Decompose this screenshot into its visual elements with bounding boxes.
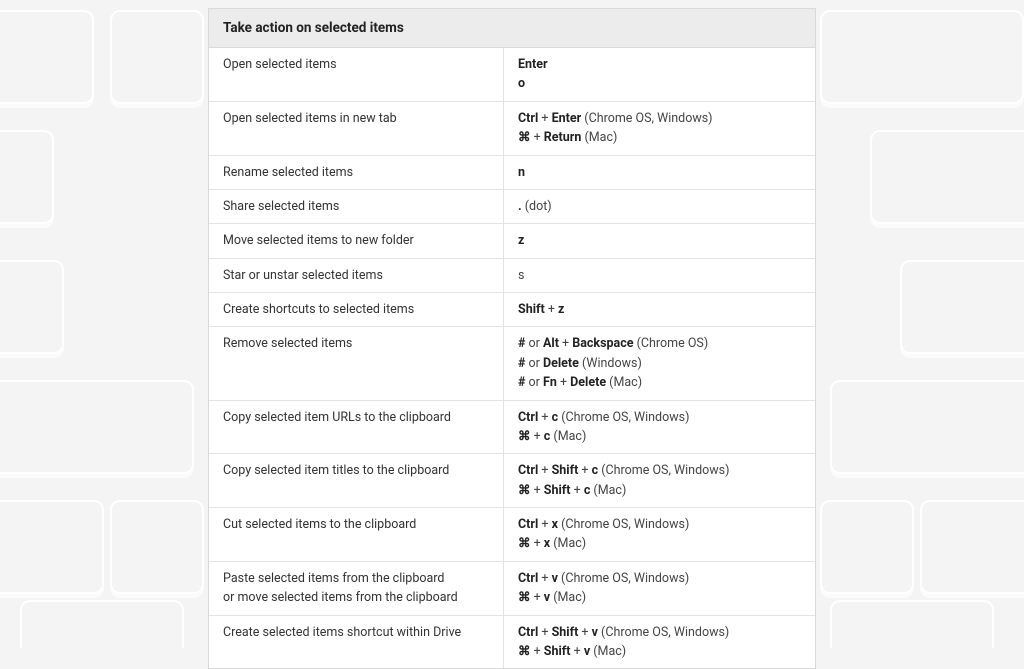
table-row: Remove selected items# or Alt + Backspac… (209, 327, 815, 400)
action-cell: Paste selected items from the clipboardo… (209, 562, 504, 615)
shortcuts-panel: Take action on selected items Open selec… (208, 8, 816, 669)
table-row: Copy selected item titles to the clipboa… (209, 454, 815, 508)
table-row: Create selected items shortcut within Dr… (209, 616, 815, 669)
table-row: Copy selected item URLs to the clipboard… (209, 401, 815, 455)
shortcut-cell: Ctrl + v (Chrome OS, Windows)⌘ + v (Mac) (504, 562, 815, 615)
shortcut-cell: Ctrl + Enter (Chrome OS, Windows)⌘ + Ret… (504, 102, 815, 155)
action-cell: Copy selected item URLs to the clipboard (209, 401, 504, 454)
table-row: Star or unstar selected itemss (209, 259, 815, 293)
action-cell: Create shortcuts to selected items (209, 293, 504, 326)
shortcut-cell: z (504, 224, 815, 257)
shortcut-cell: # or Alt + Backspace (Chrome OS)# or Del… (504, 327, 815, 399)
action-cell: Move selected items to new folder (209, 224, 504, 257)
action-cell: Open selected items in new tab (209, 102, 504, 155)
table-row: Share selected items. (dot) (209, 190, 815, 224)
table-row: Paste selected items from the clipboardo… (209, 562, 815, 616)
table-row: Create shortcuts to selected itemsShift … (209, 293, 815, 327)
action-cell: Create selected items shortcut within Dr… (209, 616, 504, 669)
panel-header: Take action on selected items (209, 9, 815, 48)
table-row: Move selected items to new folderz (209, 224, 815, 258)
table-row: Cut selected items to the clipboardCtrl … (209, 508, 815, 562)
table-row: Open selected items in new tabCtrl + Ent… (209, 102, 815, 156)
table-row: Open selected itemsEntero (209, 48, 815, 102)
action-cell: Cut selected items to the clipboard (209, 508, 504, 561)
shortcut-cell: Ctrl + Shift + v (Chrome OS, Windows)⌘ +… (504, 616, 815, 669)
shortcuts-table: Open selected itemsEnteroOpen selected i… (209, 48, 815, 668)
table-row: Rename selected itemsn (209, 156, 815, 190)
shortcut-cell: Ctrl + Shift + c (Chrome OS, Windows)⌘ +… (504, 454, 815, 507)
shortcut-cell: . (dot) (504, 190, 815, 223)
shortcut-cell: Shift + z (504, 293, 815, 326)
shortcut-cell: s (504, 259, 815, 292)
shortcut-cell: Ctrl + c (Chrome OS, Windows)⌘ + c (Mac) (504, 401, 815, 454)
shortcut-cell: n (504, 156, 815, 189)
shortcut-cell: Ctrl + x (Chrome OS, Windows)⌘ + x (Mac) (504, 508, 815, 561)
action-cell: Rename selected items (209, 156, 504, 189)
action-cell: Open selected items (209, 48, 504, 101)
action-cell: Copy selected item titles to the clipboa… (209, 454, 504, 507)
shortcut-cell: Entero (504, 48, 815, 101)
action-cell: Star or unstar selected items (209, 259, 504, 292)
action-cell: Remove selected items (209, 327, 504, 399)
action-cell: Share selected items (209, 190, 504, 223)
